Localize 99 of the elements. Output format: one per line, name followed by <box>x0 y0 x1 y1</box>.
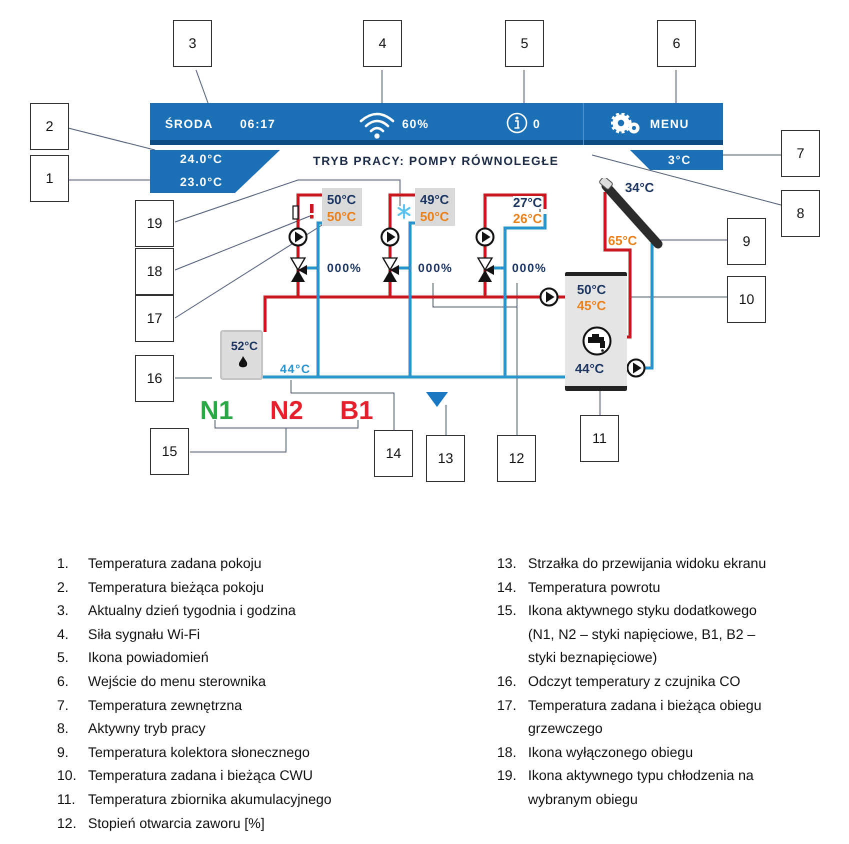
callout-box: 16 <box>135 355 174 402</box>
three-way-valve-icon <box>382 257 400 283</box>
valve-opening-label: 000% <box>327 262 362 274</box>
callout-box: 3 <box>173 20 212 67</box>
radiator-panel <box>322 188 362 226</box>
legend-text: Aktualny dzień tygodnia i godzina <box>88 601 297 620</box>
contact-indicator: N1 <box>200 397 234 423</box>
three-way-valve-icon <box>477 257 495 283</box>
callout-box: 17 <box>135 295 174 342</box>
legend-text: Aktywny tryb pracy <box>88 719 206 738</box>
legend-number: 1. <box>57 554 70 573</box>
callout-box: 11 <box>580 415 619 462</box>
callout-box: 13 <box>426 435 465 482</box>
callout-box: 8 <box>781 190 820 237</box>
tank-temp: 44°C <box>575 362 604 375</box>
legend-text: Siła sygnału Wi-Fi <box>88 624 202 644</box>
callout-box: 7 <box>781 130 820 177</box>
legend-number: 15. <box>497 601 518 620</box>
boiler-panel <box>220 330 263 380</box>
notification-count: 0 <box>533 118 541 130</box>
callout-box: 14 <box>374 430 413 477</box>
circuit-set-temp: 26°C <box>513 212 542 225</box>
legend-number: 5. <box>57 648 70 668</box>
contact-indicator: N2 <box>270 397 304 423</box>
circuit-set-temp: 50°C <box>420 210 450 223</box>
circuit-current-temp: 50°C <box>327 193 356 206</box>
legend-text: Ikona powiadomień <box>88 648 210 668</box>
valve-opening-label: 000% <box>512 262 547 274</box>
callout-box: 9 <box>727 218 766 265</box>
weekday-label: ŚRODA <box>165 118 214 130</box>
legend-text: Temperatura zadana i bieżąca CWU <box>88 766 314 786</box>
legend-text: Temperatura bieżąca pokoju <box>88 578 265 597</box>
legend-text: Odczyt temperatury z czujnika CO <box>528 672 742 691</box>
legend-number: 2. <box>57 578 70 597</box>
boiler-temp: 52°C <box>231 340 258 352</box>
callout-box: 12 <box>497 435 536 482</box>
legend-number: 13. <box>497 554 518 573</box>
room-set-temp: 23.0°C <box>180 176 223 188</box>
settings-icon[interactable] <box>611 113 641 135</box>
legend-text: Temperatura zadana i bieżąca obiegu grzewczego <box>528 696 762 738</box>
three-way-valve-icon <box>290 257 308 283</box>
legend-number: 14. <box>497 578 518 597</box>
legend-number: 8. <box>57 719 70 738</box>
callout-box: 19 <box>135 200 174 247</box>
menu-button[interactable]: MENU <box>650 118 690 130</box>
legend-number: 3. <box>57 601 70 620</box>
legend-text: Temperatura powrotu <box>528 578 662 597</box>
legend-text: Ikona aktywnego styku dodatkowego (N1, N2 – styki napięciowe, B1, B2 – styki beznapięciowe) <box>528 601 758 668</box>
legend-number: 10. <box>57 766 78 786</box>
legend-number: 9. <box>57 742 70 762</box>
flame-icon <box>238 356 248 369</box>
legend-text: Temperatura kolektora słonecznego <box>88 742 311 762</box>
return-temp: 44°C <box>280 363 311 375</box>
legend-text: Ikona wyłączonego obiegu <box>528 742 694 762</box>
legend-text: Wejście do menu sterownika <box>88 672 267 691</box>
legend-number: 11. <box>57 790 76 809</box>
leader-line <box>196 70 208 104</box>
contact-indicator: B1 <box>340 397 374 423</box>
circuit-set-temp: 50°C <box>327 210 356 223</box>
legend-number: 4. <box>57 624 70 644</box>
callout-box: 10 <box>727 276 766 323</box>
valve-opening-label: 000% <box>418 262 453 274</box>
legend-number: 16. <box>497 672 518 691</box>
legend-text: Ikona aktywnego typu chłodzenia na wybranym obiegu <box>528 766 755 809</box>
dhw-set-temp: 45°C <box>577 299 606 312</box>
outdoor-temp: 3°C <box>668 154 692 166</box>
legend-number: 19. <box>497 766 518 786</box>
legend-text: Temperatura zadana pokoju <box>88 554 263 573</box>
collector-temp: 34°C <box>625 181 654 194</box>
legend-number: 7. <box>57 696 70 715</box>
scroll-down-arrow-icon[interactable] <box>426 392 448 407</box>
wifi-signal-label: 60% <box>402 118 430 130</box>
legend-text: Temperatura zewnętrzna <box>88 696 244 715</box>
legend-text: Strzałka do przewijania widoku ekranu <box>528 554 768 573</box>
callout-box: 15 <box>150 428 189 475</box>
legend-number: 17. <box>497 696 518 715</box>
operating-mode-title: TRYB PRACY: POMPY RÓWNOLEGŁE <box>313 155 559 167</box>
legend-text: Stopień otwarcia zaworu [%] <box>88 814 266 833</box>
callout-box: 18 <box>135 248 174 295</box>
callout-box: 2 <box>30 103 69 150</box>
callout-box: 6 <box>657 20 696 67</box>
circuit-current-temp: 27°C <box>513 196 542 209</box>
room-current-temp: 24.0°C <box>180 153 223 165</box>
info-icon[interactable] <box>506 112 528 134</box>
callout-box: 1 <box>30 155 69 202</box>
circuit-current-temp: 49°C <box>420 193 450 206</box>
dhw-current-temp: 50°C <box>577 283 606 296</box>
callout-box: 4 <box>363 20 402 67</box>
radiator-panel <box>415 188 455 226</box>
callout-box: 5 <box>505 20 544 67</box>
solar-collector-icon <box>598 178 664 250</box>
legend-text: Temperatura zbiornika akumulacyjnego <box>88 790 333 809</box>
legend-number: 12. <box>57 814 78 833</box>
legend-number: 18. <box>497 742 518 762</box>
water-tap-icon <box>582 326 612 356</box>
collector-outlet-temp: 65°C <box>608 234 638 247</box>
clock-time: 06:17 <box>240 118 276 130</box>
legend-number: 6. <box>57 672 70 691</box>
wifi-icon <box>358 110 396 140</box>
